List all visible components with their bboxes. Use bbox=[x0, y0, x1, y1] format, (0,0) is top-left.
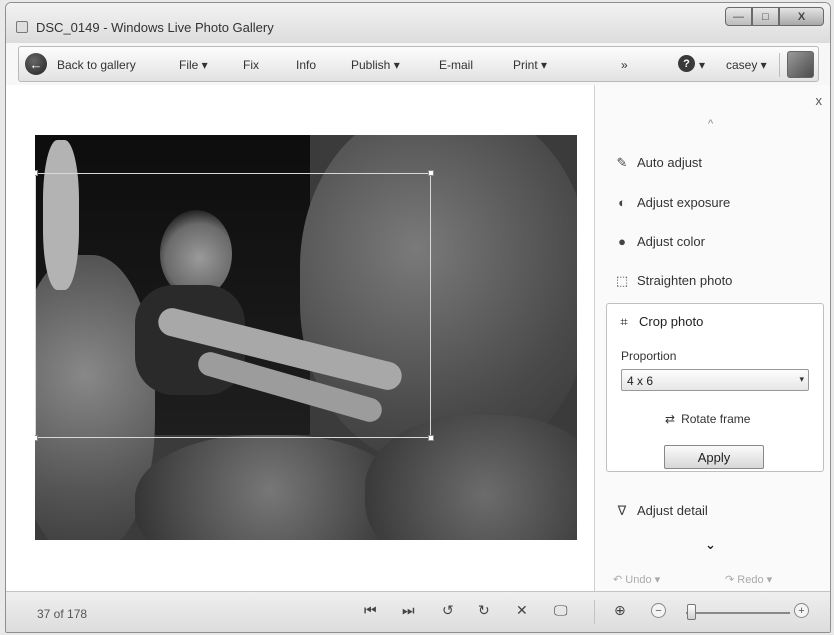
help-dropdown-arrow[interactable]: ▾ bbox=[699, 58, 705, 72]
auto-adjust-label: Auto adjust bbox=[637, 155, 703, 170]
zoom-in-button[interactable]: + bbox=[794, 603, 809, 618]
file-menu[interactable]: File ▾ bbox=[179, 58, 208, 72]
crop-photo-label: Crop photo bbox=[639, 314, 704, 329]
email-button[interactable]: E-mail bbox=[439, 58, 473, 72]
adjust-exposure-button[interactable]: ◐ Adjust exposure bbox=[613, 195, 730, 210]
close-button[interactable]: X bbox=[779, 7, 824, 26]
detail-icon: ∇ bbox=[617, 503, 627, 518]
rotate-frame-label: Rotate frame bbox=[681, 412, 751, 426]
toolbar: ← Back to gallery File ▾ Fix Info Publis… bbox=[18, 46, 819, 82]
user-menu[interactable]: casey ▾ bbox=[726, 58, 767, 72]
rotate-frame-button[interactable]: ⇄ Rotate frame bbox=[665, 412, 750, 426]
status-bar: 37 of 178 ⏮ ⏭ ↺ ↻ ✕ 🖵 ⊕ − + bbox=[6, 591, 830, 632]
next-icon[interactable]: ⏭ bbox=[402, 602, 415, 619]
back-to-gallery-button[interactable]: Back to gallery bbox=[57, 58, 136, 72]
more-commands-button[interactable]: » bbox=[621, 58, 628, 72]
magic-wand-icon: ✎ bbox=[616, 155, 628, 170]
app-window: DSC_0149 - Windows Live Photo Gallery — … bbox=[5, 2, 831, 633]
zoom-slider-track[interactable] bbox=[686, 612, 790, 614]
minimize-button[interactable]: — bbox=[725, 7, 752, 26]
exposure-icon: ◐ bbox=[618, 195, 626, 210]
straighten-icon: ⬚ bbox=[615, 273, 629, 288]
adjust-detail-label: Adjust detail bbox=[637, 503, 708, 518]
crop-frame[interactable] bbox=[35, 170, 434, 441]
back-arrow-icon[interactable]: ← bbox=[25, 53, 47, 75]
maximize-button[interactable]: □ bbox=[752, 7, 779, 26]
adjust-detail-button[interactable]: ∇ Adjust detail bbox=[613, 503, 708, 519]
crop-icon: ⌗ bbox=[620, 314, 628, 329]
auto-adjust-button[interactable]: ✎ Auto adjust bbox=[613, 155, 703, 171]
scroll-down-icon[interactable]: ⌄ bbox=[705, 537, 716, 553]
status-divider bbox=[594, 600, 595, 624]
user-avatar[interactable] bbox=[787, 51, 814, 78]
toolbar-divider bbox=[779, 53, 780, 77]
rotate-left-icon[interactable]: ↺ bbox=[442, 602, 454, 619]
crop-handle-top-right[interactable] bbox=[428, 170, 434, 176]
zoom-out-button[interactable]: − bbox=[651, 603, 666, 618]
window-title: DSC_0149 - Windows Live Photo Gallery bbox=[36, 20, 274, 35]
print-menu[interactable]: Print ▾ bbox=[513, 58, 547, 72]
scroll-up-icon[interactable]: ^ bbox=[708, 118, 713, 130]
proportion-select[interactable]: 4 x 6 ▾ bbox=[621, 369, 809, 391]
color-icon: ● bbox=[618, 234, 626, 249]
actual-size-icon[interactable]: ⊕ bbox=[614, 602, 626, 619]
delete-icon[interactable]: ✕ bbox=[516, 602, 528, 619]
slideshow-icon[interactable]: 🖵 bbox=[554, 602, 568, 619]
straighten-photo-label: Straighten photo bbox=[637, 273, 733, 288]
redo-button[interactable]: ↷ Redo ▾ bbox=[725, 573, 772, 586]
crop-handle-bottom-left[interactable] bbox=[35, 435, 38, 441]
close-panel-icon[interactable]: x bbox=[816, 93, 823, 108]
proportion-label: Proportion bbox=[621, 349, 677, 363]
photo[interactable] bbox=[35, 135, 577, 540]
window-controls: — □ X bbox=[725, 7, 824, 26]
crop-photo-button[interactable]: ⌗ Crop photo bbox=[615, 314, 703, 330]
zoom-slider-thumb[interactable] bbox=[686, 604, 696, 620]
apply-button[interactable]: Apply bbox=[664, 445, 764, 469]
undo-button[interactable]: ↶ Undo ▾ bbox=[613, 573, 660, 586]
crop-photo-section: ⌗ Crop photo Proportion 4 x 6 ▾ ⇄ Rotate f… bbox=[606, 303, 824, 472]
photo-counter: 37 of 178 bbox=[37, 607, 88, 621]
proportion-value: 4 x 6 bbox=[627, 374, 654, 388]
fix-panel: x ^ ✎ Auto adjust ◐ Adjust exposure ● Adjus… bbox=[594, 85, 830, 591]
chevron-down-icon: ▾ bbox=[799, 374, 804, 384]
help-icon[interactable]: ? bbox=[678, 55, 695, 72]
straighten-photo-button[interactable]: ⬚ Straighten photo bbox=[613, 273, 733, 289]
info-button[interactable]: Info bbox=[296, 58, 316, 72]
crop-handle-top-left[interactable] bbox=[35, 170, 38, 176]
publish-menu[interactable]: Publish ▾ bbox=[351, 58, 400, 72]
adjust-exposure-label: Adjust exposure bbox=[637, 195, 731, 210]
rotate-frame-icon: ⇄ bbox=[665, 412, 676, 426]
app-icon bbox=[16, 21, 28, 33]
adjust-color-button[interactable]: ● Adjust color bbox=[613, 234, 705, 249]
title-bar[interactable]: DSC_0149 - Windows Live Photo Gallery — … bbox=[6, 3, 830, 43]
crop-handle-bottom-right[interactable] bbox=[428, 435, 434, 441]
previous-icon[interactable]: ⏮ bbox=[364, 602, 377, 619]
adjust-color-label: Adjust color bbox=[637, 234, 705, 249]
fix-button[interactable]: Fix bbox=[243, 58, 259, 72]
photo-viewer bbox=[6, 85, 594, 591]
rotate-right-icon[interactable]: ↻ bbox=[478, 602, 490, 619]
